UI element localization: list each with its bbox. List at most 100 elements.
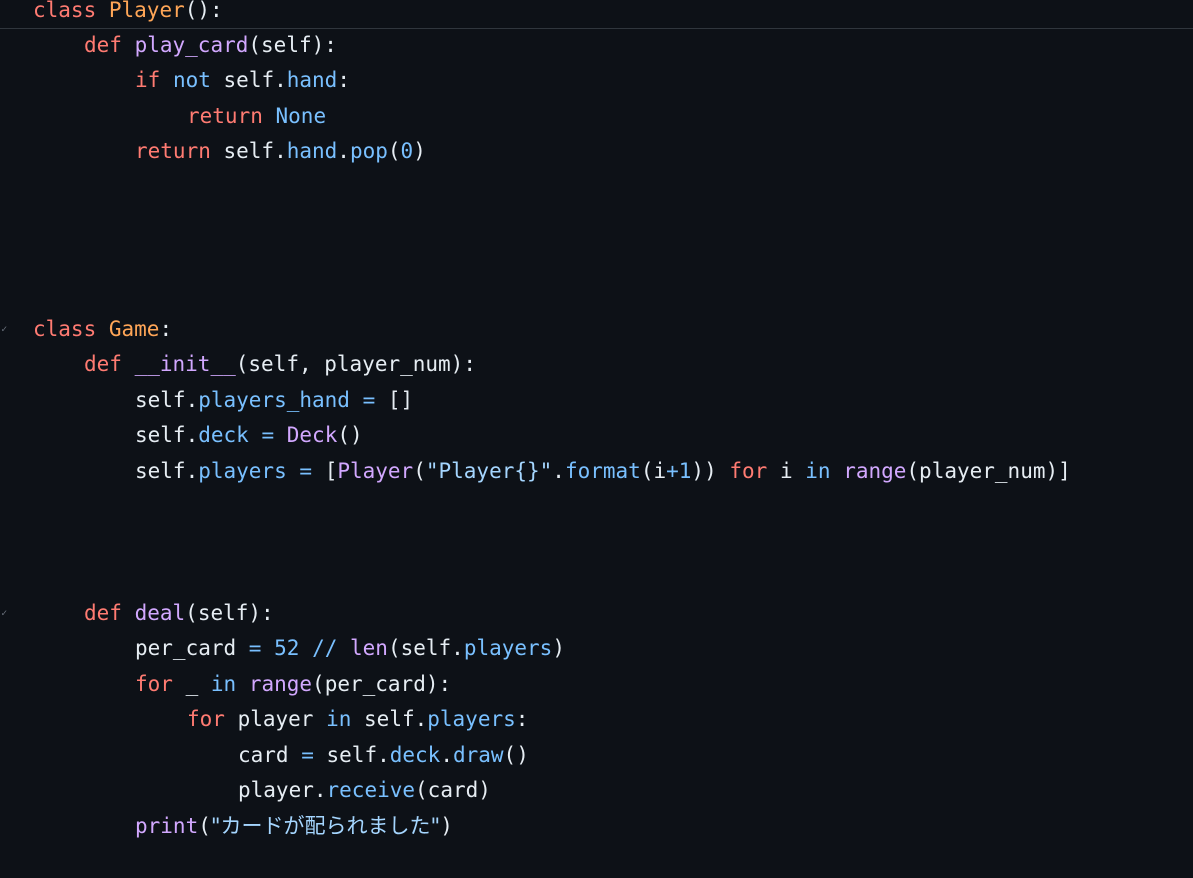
property: hand — [286, 68, 338, 92]
number: 0 — [400, 139, 414, 163]
code-line[interactable]: for _ in range(per_card): — [135, 666, 451, 702]
code-line[interactable]: for player in self.players: — [187, 701, 528, 737]
keyword: for — [729, 459, 768, 483]
string-literal: "カードが配られました" — [210, 814, 441, 838]
identifier: self. — [210, 139, 287, 163]
punctuation: . — [440, 743, 453, 767]
identifier: per_card — [135, 636, 249, 660]
code-line[interactable]: print("カードが配られました") — [135, 808, 453, 844]
code-line[interactable]: per_card = 52 // len(self.players) — [135, 630, 565, 666]
builtin-function: range — [248, 672, 313, 696]
punctuation: . — [337, 139, 350, 163]
keyword-not: not — [172, 68, 211, 92]
code-line[interactable]: return self.hand.pop(0) — [135, 133, 426, 169]
punctuation: : — [337, 68, 350, 92]
code-line[interactable]: def deal(self): — [84, 595, 274, 631]
method: receive — [326, 778, 416, 802]
parameters: (self): — [248, 33, 337, 57]
class-call: Deck — [286, 423, 338, 447]
identifier: self. — [135, 423, 199, 447]
punctuation: : — [159, 317, 173, 341]
keyword: def — [84, 33, 122, 57]
arguments: (player_num)] — [906, 459, 1071, 483]
class-name: Game — [108, 317, 160, 341]
identifier: _ — [172, 672, 211, 696]
fold-chevron-icon[interactable] — [0, 595, 10, 631]
operator: = — [362, 388, 376, 412]
operator: = — [299, 459, 313, 483]
method: draw — [452, 743, 504, 767]
punctuation: ) — [440, 814, 453, 838]
code-line[interactable]: player.receive(card) — [238, 772, 491, 808]
property: players_hand — [198, 388, 350, 412]
identifier: card — [238, 743, 302, 767]
constant: None — [275, 104, 327, 128]
arguments: (per_card): — [312, 672, 452, 696]
operator: = — [261, 423, 275, 447]
code-line[interactable]: def __init__(self, player_num): — [84, 346, 476, 382]
code-line[interactable]: self.deck = Deck() — [135, 417, 363, 453]
method: pop — [349, 139, 388, 163]
arguments: (card) — [415, 778, 491, 802]
code-line[interactable]: card = self.deck.draw() — [238, 737, 529, 773]
punctuation: : — [515, 707, 529, 731]
builtin-function: print — [135, 814, 199, 838]
keyword: return — [187, 104, 263, 128]
property: players — [427, 707, 516, 731]
keyword: return — [135, 139, 211, 163]
code-line[interactable]: class Player(): — [33, 0, 223, 28]
keyword: class — [33, 0, 97, 22]
property: players — [198, 459, 287, 483]
identifier: (self. — [387, 636, 464, 660]
code-editor[interactable]: class Player(): def play_card(self): if … — [0, 0, 1193, 878]
class-name: Player — [108, 0, 185, 22]
identifier: self. — [351, 707, 428, 731]
identifier: (i — [640, 459, 667, 483]
code-line[interactable]: class Game: — [33, 311, 172, 347]
operator: + — [666, 459, 679, 483]
punctuation: [] — [375, 388, 414, 412]
code-line[interactable]: return None — [187, 98, 326, 134]
parameters: (self, player_num): — [235, 352, 476, 376]
property: deck — [198, 423, 249, 447]
builtin-function: len — [350, 636, 388, 660]
identifier: player — [224, 707, 327, 731]
property: deck — [389, 743, 441, 767]
class-call: Player — [337, 459, 414, 483]
string-literal: "Player{}" — [425, 459, 553, 483]
punctuation: . — [552, 459, 565, 483]
punctuation: ( — [198, 814, 211, 838]
punctuation: (): — [184, 0, 223, 22]
keyword: for — [135, 672, 173, 696]
keyword-in: in — [326, 707, 352, 731]
keyword: class — [33, 317, 97, 341]
keyword: def — [84, 352, 122, 376]
operator: = — [248, 636, 262, 660]
fold-chevron-icon[interactable] — [0, 311, 10, 347]
code-line[interactable]: def play_card(self): — [84, 27, 337, 63]
code-line[interactable]: self.players_hand = [] — [135, 382, 413, 418]
operator: // — [312, 636, 338, 660]
code-line[interactable]: if not self.hand: — [135, 62, 350, 98]
identifier: self. — [135, 459, 199, 483]
identifier: self. — [135, 388, 199, 412]
keyword: if — [135, 68, 161, 92]
identifier: player. — [238, 778, 327, 802]
punctuation: ( — [387, 139, 401, 163]
operator: = — [301, 743, 314, 767]
code-line[interactable]: self.players = [Player("Player{}".format… — [135, 453, 1071, 489]
